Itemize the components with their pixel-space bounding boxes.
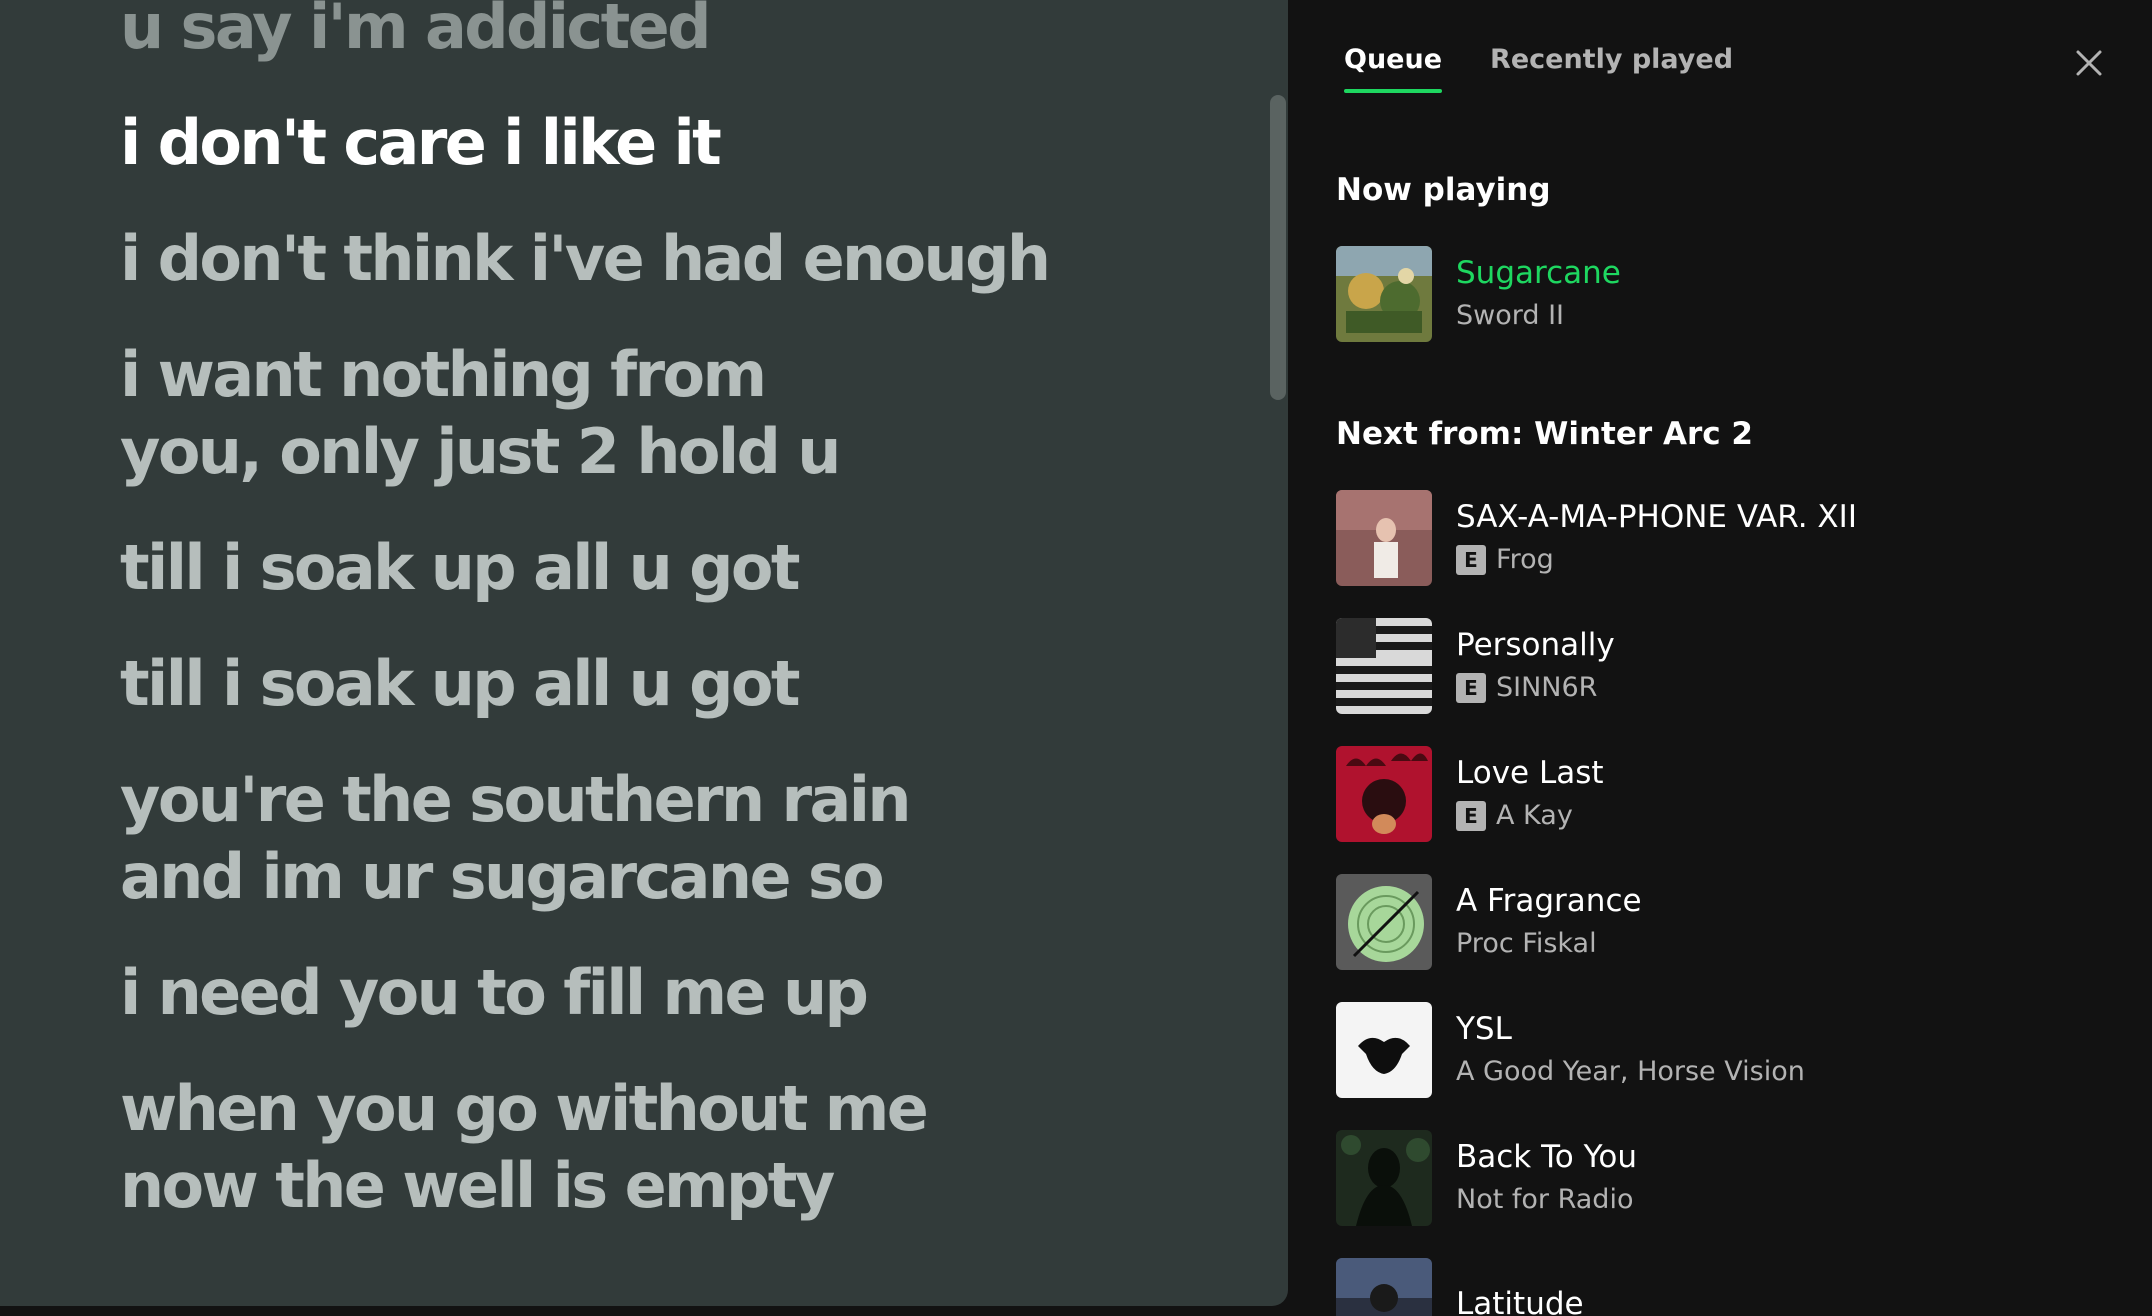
album-art-icon [1336, 746, 1432, 842]
close-button[interactable] [2068, 42, 2110, 84]
track-title: YSL [1456, 1011, 1512, 1047]
next-from-heading: Next from: Winter Arc 2 [1336, 416, 1753, 452]
lyrics-list: u say i'm addicted i don't care i like i… [120, 0, 1208, 1263]
track-artist[interactable]: Proc Fiskal [1456, 925, 1597, 963]
app-window: u say i'm addicted i don't care i like i… [0, 0, 2152, 1316]
track-info: Back To You Not for Radio [1456, 1137, 1637, 1219]
track-title: Personally [1456, 627, 1615, 663]
lyrics-panel: u say i'm addicted i don't care i like i… [0, 0, 1288, 1306]
now-playing-track[interactable]: Sugarcane Sword II [1336, 244, 2116, 344]
track-info: Sugarcane Sword II [1456, 253, 1621, 335]
album-art-icon [1336, 1130, 1432, 1226]
lyric-line[interactable]: i need you to fill me up [120, 954, 1208, 1031]
queue-tabs: Queue Recently played [1344, 44, 1733, 93]
lyric-line[interactable]: you're the southern rain and im ur sugar… [120, 761, 1208, 915]
track-artist-row: E Frog [1456, 541, 1857, 579]
album-art-icon [1336, 618, 1432, 714]
track-info: SAX-A-MA-PHONE VAR. XII E Frog [1456, 497, 1857, 579]
queue-track[interactable]: Back To You Not for Radio [1336, 1128, 2116, 1228]
track-artist[interactable]: Not for Radio [1456, 1181, 1633, 1219]
queue-track[interactable]: Personally E SINN6R [1336, 616, 2116, 716]
album-art-icon [1336, 1002, 1432, 1098]
queue-track[interactable]: A Fragrance Proc Fiskal [1336, 872, 2116, 972]
explicit-badge: E [1456, 545, 1486, 575]
lyrics-scrollbar[interactable] [1258, 0, 1288, 1306]
close-icon [2076, 50, 2102, 76]
track-artist[interactable]: Frog [1496, 541, 1554, 579]
track-artist[interactable]: A Kay [1496, 797, 1573, 835]
explicit-badge: E [1456, 801, 1486, 831]
queue-track[interactable]: SAX-A-MA-PHONE VAR. XII E Frog [1336, 488, 2116, 588]
track-artist[interactable]: Sword II [1456, 297, 1564, 335]
lyric-line[interactable]: u say i'm addicted [120, 0, 1208, 65]
tab-queue[interactable]: Queue [1344, 44, 1443, 93]
queue-track[interactable]: Latitude [1336, 1256, 2116, 1316]
track-info: Personally E SINN6R [1456, 625, 1615, 707]
track-artist-row: Proc Fiskal [1456, 925, 1642, 963]
track-info: Love Last E A Kay [1456, 753, 1604, 835]
queue-track[interactable]: YSL A Good Year, Horse Vision [1336, 1000, 2116, 1100]
track-artist[interactable]: SINN6R [1496, 669, 1597, 707]
lyric-line[interactable]: i don't care i like it [120, 104, 1208, 181]
lyric-line[interactable]: when you go without me now the well is e… [120, 1070, 1208, 1224]
track-info: A Fragrance Proc Fiskal [1456, 881, 1642, 963]
lyric-line[interactable]: till i soak up all u got [120, 645, 1208, 722]
track-artist[interactable]: A Good Year, Horse Vision [1456, 1053, 1805, 1091]
track-title: Sugarcane [1456, 255, 1621, 291]
track-artist-row: E A Kay [1456, 797, 1604, 835]
queue-panel: Queue Recently played Now playing Sugarc… [1304, 0, 2152, 1316]
track-title: A Fragrance [1456, 883, 1642, 919]
track-title: Love Last [1456, 755, 1604, 791]
album-art-icon [1336, 246, 1432, 342]
track-title: Back To You [1456, 1139, 1638, 1175]
album-art-icon [1336, 490, 1432, 586]
track-artist-row: Not for Radio [1456, 1181, 1637, 1219]
track-title: Latitude [1456, 1286, 1584, 1316]
lyric-line[interactable]: i want nothing from you, only just 2 hol… [120, 336, 1208, 490]
now-playing-heading: Now playing [1336, 172, 1551, 208]
track-title: SAX-A-MA-PHONE VAR. XII [1456, 499, 1857, 535]
track-info: YSL A Good Year, Horse Vision [1456, 1009, 1805, 1091]
lyrics-scrollbar-thumb[interactable] [1270, 95, 1286, 400]
queue-track[interactable]: Love Last E A Kay [1336, 744, 2116, 844]
lyric-line[interactable]: i don't think i've had enough [120, 220, 1208, 297]
track-artist-row: E SINN6R [1456, 669, 1615, 707]
album-art-icon [1336, 1258, 1432, 1316]
lyric-line[interactable]: till i soak up all u got [120, 529, 1208, 606]
album-art-icon [1336, 874, 1432, 970]
tab-recently-played[interactable]: Recently played [1490, 44, 1733, 93]
explicit-badge: E [1456, 673, 1486, 703]
track-info: Latitude [1456, 1284, 1584, 1316]
track-artist-row: Sword II [1456, 297, 1621, 335]
track-artist-row: A Good Year, Horse Vision [1456, 1053, 1805, 1091]
